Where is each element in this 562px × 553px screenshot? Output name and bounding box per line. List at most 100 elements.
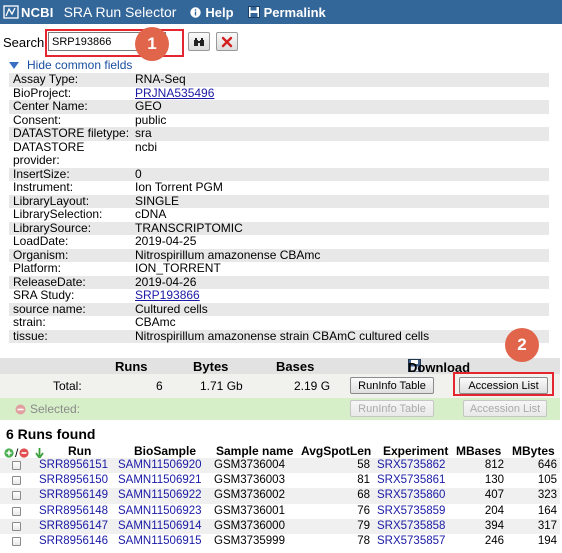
common-field-row: ReleaseDate: 2019-04-26 — [9, 274, 549, 289]
selected-label-wrap: Selected: — [15, 402, 80, 416]
ncbi-logo-text: NCBI — [21, 4, 54, 20]
experiment-link[interactable]: SRX5735860 — [377, 489, 445, 501]
table-row[interactable]: SRR8956150 SAMN11506921 GSM3736003 81 SRX573… — [0, 473, 560, 488]
row-checkbox[interactable] — [12, 461, 21, 470]
accession-list-selected-button[interactable]: Accession List — [463, 400, 547, 417]
triangle-down-icon — [9, 58, 19, 72]
table-row[interactable]: SRR8956151 SAMN11506920 GSM3736004 58 SRX573… — [0, 458, 560, 474]
common-field-name: ReleaseDate: — [13, 274, 86, 289]
search-button[interactable] — [188, 32, 210, 51]
annotation-badge-2: 2 — [505, 328, 539, 362]
summary-col-bytes: Bytes — [193, 359, 229, 374]
ncbi-logo[interactable]: NCBI — [3, 4, 54, 20]
experiment-link[interactable]: SRX5735862 — [377, 459, 445, 471]
col-run[interactable]: Run — [68, 444, 91, 458]
col-sample-name[interactable]: Sample name — [216, 444, 293, 458]
run-accession-link[interactable]: SRR8956149 — [39, 489, 108, 501]
common-field-value-link[interactable]: PRJNA535496 — [135, 86, 549, 101]
runinfo-table-button[interactable]: RunInfo Table — [350, 377, 434, 394]
minus-circle-icon — [15, 404, 26, 414]
experiment-link[interactable]: SRX5735859 — [377, 505, 445, 517]
run-accession-link[interactable]: SRR8956147 — [39, 520, 108, 532]
run-accession-link[interactable]: SRR8956151 — [39, 459, 108, 471]
common-field-row: DATASTORE provider: ncbi — [9, 139, 549, 168]
table-row[interactable]: SRR8956146 SAMN11506915 GSM3735999 78 SRX573… — [0, 534, 560, 549]
biosample-link[interactable]: SAMN11506923 — [118, 505, 202, 517]
common-field-row: SRA Study: SRP193866 — [9, 288, 549, 303]
clear-search-button[interactable] — [216, 32, 238, 51]
table-row[interactable]: SRR8956147 SAMN11506914 GSM3736000 79 SRX573… — [0, 518, 560, 534]
common-field-name: SRA Study: — [13, 288, 75, 302]
avgspotlen-value: 58 — [357, 459, 370, 471]
remove-all-icon[interactable] — [19, 448, 29, 458]
app-header: NCBI SRA Run Selector Help Permalink — [0, 0, 562, 24]
run-accession-link[interactable]: SRR8956150 — [39, 474, 108, 486]
col-experiment[interactable]: Experiment — [383, 444, 448, 458]
common-field-row: LibraryLayout: SINGLE — [9, 193, 549, 208]
col-mbases[interactable]: MBases — [456, 444, 501, 458]
row-checkbox[interactable] — [12, 491, 21, 501]
common-field-name: LibraryLayout: — [13, 193, 90, 208]
info-icon — [190, 6, 202, 18]
common-field-name: Platform: — [13, 261, 62, 275]
runinfo-table-selected-button[interactable]: RunInfo Table — [350, 400, 434, 417]
table-row[interactable]: SRR8956148 SAMN11506923 GSM3736001 76 SRX573… — [0, 504, 560, 519]
row-checkbox[interactable] — [12, 521, 21, 531]
row-checkbox[interactable] — [12, 536, 21, 546]
hide-common-fields-toggle[interactable]: Hide common fields — [9, 58, 132, 72]
experiment-link[interactable]: SRX5735861 — [377, 474, 445, 486]
common-field-row: LibrarySource: TRANSCRIPTOMIC — [9, 220, 549, 235]
avgspotlen-value: 78 — [357, 534, 370, 547]
permalink-link[interactable]: Permalink — [247, 5, 326, 20]
experiment-link[interactable]: SRX5735858 — [377, 520, 445, 532]
close-icon — [221, 36, 233, 47]
help-label: Help — [205, 4, 234, 20]
run-accession-link[interactable]: SRR8956146 — [39, 535, 108, 547]
total-bytes: 1.71 Gb — [200, 379, 243, 393]
col-avgspotlen[interactable]: AvgSpotLen — [301, 444, 371, 458]
total-label: Total: — [53, 379, 82, 393]
sample-name: GSM3736001 — [214, 504, 285, 517]
common-field-name: BioProject: — [13, 85, 72, 100]
table-row[interactable]: SRR8956149 SAMN11506922 GSM3736002 68 SRX573… — [0, 488, 560, 504]
row-checkbox[interactable] — [12, 506, 21, 516]
sort-down-arrow-icon[interactable] — [35, 447, 45, 459]
runs-table-body: SRR8956151 SAMN11506920 GSM3736004 58 SRX573… — [0, 458, 560, 549]
biosample-link[interactable]: SAMN11506914 — [118, 520, 202, 532]
common-field-value: 2019-04-26 — [135, 274, 197, 289]
mbytes-value: 105 — [537, 474, 557, 487]
common-field-name: strain: — [13, 315, 46, 329]
total-bases: 2.19 G — [294, 379, 331, 393]
common-field-value: ncbi — [135, 139, 158, 154]
common-field-row: Center Name: GEO — [9, 99, 549, 114]
ncbi-logo-icon — [3, 5, 19, 19]
mbytes-value: 164 — [537, 504, 557, 517]
col-biosample[interactable]: BioSample — [134, 444, 196, 458]
common-field-name: Consent: — [13, 112, 62, 127]
common-field-name: InsertSize: — [13, 166, 70, 181]
col-mbytes[interactable]: MBytes — [512, 444, 555, 458]
row-checkbox[interactable] — [12, 476, 21, 486]
mbases-value: 407 — [484, 489, 504, 502]
avgspotlen-value: 81 — [357, 474, 370, 487]
common-field-row: source name: Cultured cells — [9, 302, 549, 316]
common-field-name: LibrarySource: — [13, 220, 92, 235]
biosample-link[interactable]: SAMN11506915 — [118, 535, 202, 547]
biosample-link[interactable]: SAMN11506922 — [118, 489, 202, 501]
common-field-value: RNA-Seq — [135, 72, 186, 86]
mbases-value: 246 — [484, 534, 504, 547]
common-field-name: Instrument: — [13, 180, 74, 194]
common-field-name: Center Name: — [13, 99, 88, 113]
run-accession-link[interactable]: SRR8956148 — [39, 505, 108, 517]
biosample-link[interactable]: SAMN11506921 — [118, 474, 202, 486]
experiment-link[interactable]: SRX5735857 — [377, 535, 445, 547]
help-link[interactable]: Help — [190, 4, 234, 20]
common-field-name: Assay Type: — [13, 72, 79, 86]
biosample-link[interactable]: SAMN11506920 — [118, 459, 202, 471]
common-field-value: ION_TORRENT — [135, 261, 221, 275]
common-field-row: DATASTORE filetype: sra — [9, 126, 549, 141]
add-all-icon[interactable] — [4, 448, 14, 458]
avgspotlen-value: 68 — [357, 489, 370, 502]
sample-name: GSM3736002 — [214, 489, 285, 502]
common-field-value-link[interactable]: SRP193866 — [135, 288, 549, 303]
